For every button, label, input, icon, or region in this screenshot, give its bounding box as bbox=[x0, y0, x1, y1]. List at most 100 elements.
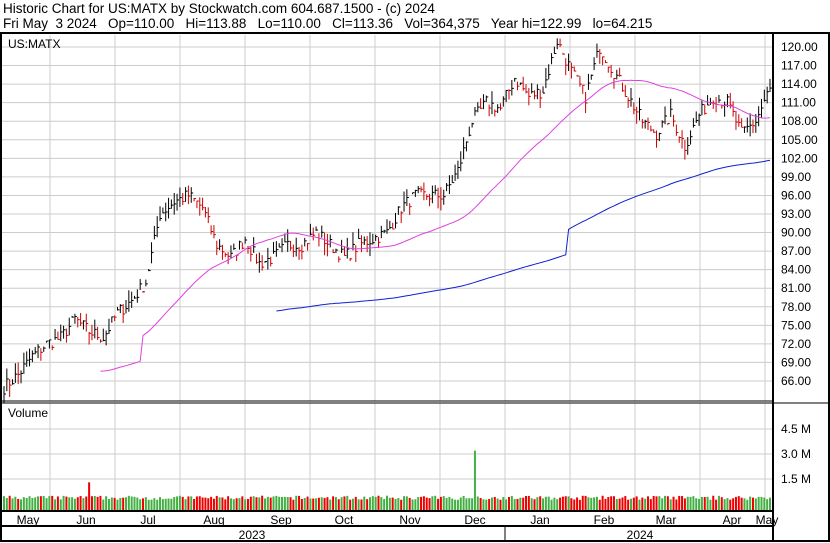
volume-bar bbox=[686, 496, 689, 510]
volume-bar bbox=[218, 497, 221, 510]
volume-bar bbox=[516, 498, 519, 510]
y-tick-label: 96.00 bbox=[781, 188, 811, 202]
volume-bar bbox=[130, 496, 133, 510]
volume-bar bbox=[598, 499, 601, 510]
volume-bar bbox=[383, 499, 386, 510]
volume-bar bbox=[332, 496, 335, 510]
volume-bar bbox=[743, 498, 746, 510]
volume-bar bbox=[76, 497, 79, 510]
volume-bar bbox=[391, 497, 394, 510]
volume-bar bbox=[281, 496, 284, 510]
volume-bar bbox=[184, 499, 187, 510]
volume-bar bbox=[337, 499, 340, 510]
volume-bar bbox=[712, 495, 715, 510]
volume-bar bbox=[618, 498, 621, 510]
volume-bar bbox=[232, 499, 235, 510]
volume-bar bbox=[700, 496, 703, 510]
volume-bar bbox=[604, 498, 607, 510]
volume-bar bbox=[357, 499, 360, 510]
volume-bar bbox=[227, 496, 230, 510]
volume-bar bbox=[82, 498, 85, 510]
volume-bar bbox=[485, 499, 488, 510]
volume-bar bbox=[573, 499, 576, 510]
y-tick-label: 117.00 bbox=[781, 59, 817, 73]
volume-bar bbox=[195, 496, 198, 510]
volume-bar bbox=[79, 496, 82, 510]
volume-bar bbox=[386, 495, 388, 510]
y-tick-label: 99.00 bbox=[781, 170, 811, 184]
volume-bar bbox=[124, 497, 127, 510]
volume-bar bbox=[320, 497, 323, 510]
y-tick-label: 69.00 bbox=[781, 355, 811, 369]
volume-bar bbox=[479, 497, 482, 510]
volume-bar bbox=[757, 496, 760, 510]
volume-bar bbox=[766, 499, 769, 510]
volume-bar bbox=[629, 498, 632, 510]
y-tick-label: 114.00 bbox=[781, 77, 817, 91]
x-tick-label: Apr bbox=[723, 513, 742, 527]
volume-bar bbox=[3, 496, 5, 510]
volume-bar bbox=[425, 497, 428, 510]
volume-bar bbox=[587, 497, 590, 510]
volume-bar bbox=[749, 496, 752, 510]
volume-bar bbox=[266, 496, 269, 510]
volume-bar bbox=[62, 495, 65, 510]
volume-bar bbox=[627, 499, 630, 510]
y-tick-label: 90.00 bbox=[781, 226, 811, 240]
volume-bar bbox=[289, 497, 292, 510]
volume-bar bbox=[161, 499, 164, 510]
volume-bar bbox=[519, 497, 522, 510]
volume-bar bbox=[507, 496, 510, 510]
y-tick-label: 81.00 bbox=[781, 281, 811, 295]
volume-bar bbox=[706, 496, 709, 510]
volume-bar bbox=[110, 497, 113, 510]
volume-bar bbox=[505, 499, 508, 510]
volume-bar bbox=[99, 495, 102, 510]
volume-bar bbox=[292, 499, 295, 510]
x-tick-label: Jul bbox=[140, 513, 155, 527]
volume-bar bbox=[595, 496, 598, 510]
volume-bar bbox=[198, 496, 201, 510]
y-tick-label: 72.00 bbox=[781, 337, 811, 351]
volume-bar bbox=[8, 495, 11, 510]
x-tick-label: Jan bbox=[530, 513, 549, 527]
volume-bar bbox=[729, 499, 732, 510]
volume-bar bbox=[229, 498, 232, 510]
volume-bar bbox=[122, 497, 125, 510]
volume-bar bbox=[717, 495, 720, 510]
volume-bar bbox=[269, 497, 272, 510]
volume-bar bbox=[420, 496, 423, 510]
volume-bar bbox=[536, 497, 539, 510]
volume-bar bbox=[703, 497, 706, 510]
volume-bar bbox=[641, 497, 644, 510]
year-label: 2023 bbox=[239, 528, 266, 542]
volume-bar bbox=[417, 497, 420, 510]
volume-bar bbox=[760, 496, 763, 510]
volume-bar bbox=[740, 497, 743, 510]
volume-bar bbox=[34, 497, 37, 510]
volume-bar bbox=[374, 496, 377, 510]
volume-bar bbox=[405, 496, 408, 510]
volume-bar bbox=[675, 499, 678, 510]
volume-bar bbox=[488, 499, 491, 510]
volume-bar bbox=[462, 496, 465, 510]
volume-bar bbox=[283, 496, 286, 510]
volume-bar bbox=[564, 496, 567, 510]
volume-bar bbox=[553, 497, 556, 510]
volume-bar bbox=[349, 499, 352, 510]
volume-bar bbox=[159, 497, 162, 510]
volume-bar bbox=[88, 482, 91, 510]
volume-bar bbox=[190, 496, 193, 510]
volume-bar bbox=[593, 497, 596, 510]
volume-bar bbox=[698, 498, 701, 510]
volume-bar bbox=[624, 496, 627, 510]
volume-bar bbox=[683, 498, 686, 510]
volume-bar bbox=[156, 499, 159, 510]
volume-bar bbox=[442, 496, 445, 510]
volume-bar bbox=[408, 497, 411, 510]
ticker-label: US:MATX bbox=[8, 37, 60, 51]
volume-bar bbox=[655, 496, 658, 510]
volume-bar bbox=[431, 496, 434, 510]
volume-bar bbox=[249, 496, 252, 510]
volume-bar bbox=[65, 496, 68, 510]
